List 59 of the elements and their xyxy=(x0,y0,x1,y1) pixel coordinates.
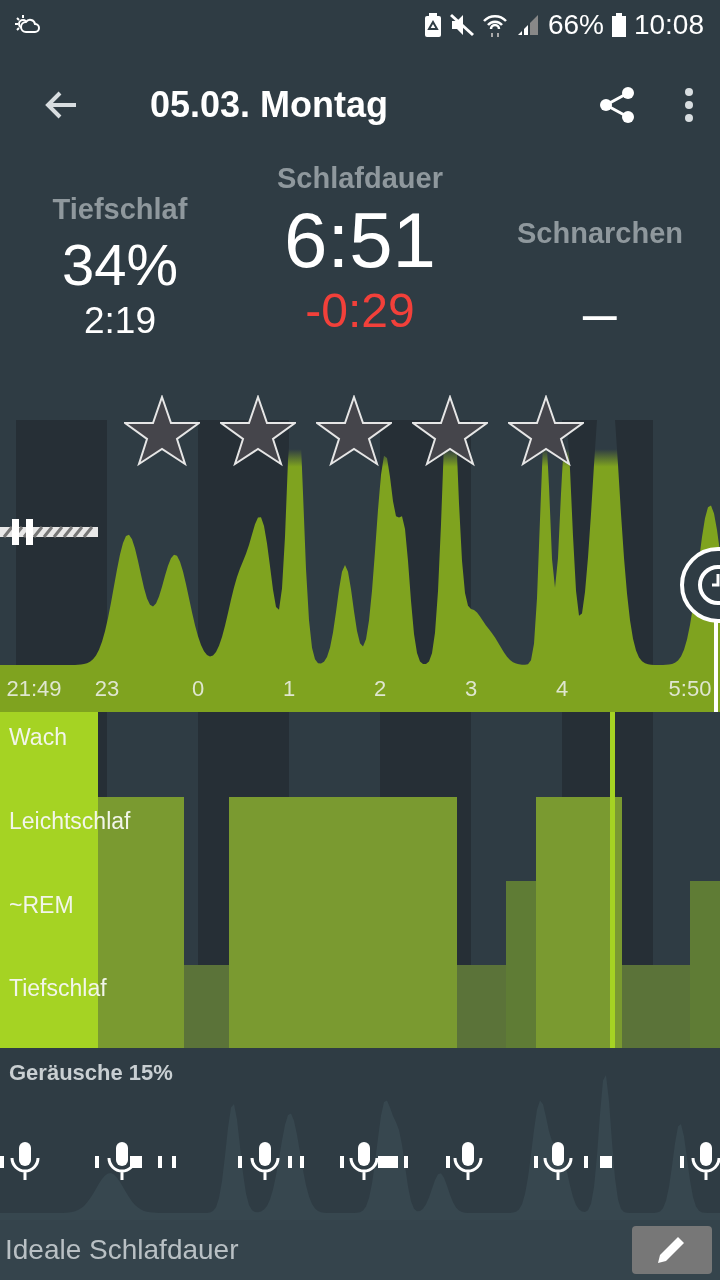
sleep-phase-label: Wach xyxy=(9,724,67,751)
stat-label: Schlafdauer xyxy=(277,162,443,195)
duration-difference: -0:29 xyxy=(305,283,415,338)
microphone-icon[interactable] xyxy=(691,1142,720,1182)
microphone-icon[interactable] xyxy=(349,1142,379,1182)
noise-event-mark xyxy=(130,1156,142,1168)
time-axis-label: 0 xyxy=(191,676,205,702)
time-axis-label: 3 xyxy=(464,676,478,702)
battery-icon xyxy=(423,13,442,37)
share-icon xyxy=(598,85,636,125)
noise-event-mark xyxy=(300,1156,304,1168)
sleep-phase-label: Tiefschlaf xyxy=(9,975,107,1002)
rating-star[interactable] xyxy=(124,395,200,467)
stat-value: _ xyxy=(583,260,617,318)
microphone-icon[interactable] xyxy=(10,1142,40,1182)
noise-event-mark xyxy=(238,1156,242,1168)
stat-label: Tiefschlaf xyxy=(52,193,188,226)
rating-star[interactable] xyxy=(412,395,488,467)
rating-star[interactable] xyxy=(508,395,584,467)
time-axis-label: 1 xyxy=(282,676,296,702)
battery-level: 66% xyxy=(547,9,604,41)
noise-event-mark xyxy=(600,1156,612,1168)
microphone-icon[interactable] xyxy=(543,1142,573,1182)
noise-event-mark xyxy=(378,1156,398,1168)
noise-event-mark xyxy=(446,1156,450,1168)
noise-event-mark xyxy=(534,1156,538,1168)
rating-star[interactable] xyxy=(220,395,296,467)
microphone-icon[interactable] xyxy=(453,1142,483,1182)
noise-event-mark xyxy=(340,1156,344,1168)
stat-detail: 2:19 xyxy=(84,300,156,342)
more-icon xyxy=(684,87,694,123)
noise-event-mark xyxy=(404,1156,408,1168)
mute-icon xyxy=(449,13,474,37)
rating-star[interactable] xyxy=(316,395,392,467)
wifi-icon xyxy=(481,13,508,37)
clock-time: 10:08 xyxy=(633,9,704,41)
battery-icon xyxy=(611,13,626,37)
noise-event-mark xyxy=(288,1156,292,1168)
time-axis-label: 2 xyxy=(373,676,387,702)
noise-event-mark xyxy=(172,1156,176,1168)
noise-event-mark xyxy=(158,1156,162,1168)
noise-event-mark xyxy=(0,1156,4,1168)
time-axis-label: 21:49 xyxy=(6,676,62,702)
sleep-phase-label: ~REM xyxy=(9,892,74,919)
stat-value: 6:51 xyxy=(284,201,436,279)
sleep-phase-label: Leichtschlaf xyxy=(9,808,131,835)
microphone-icon[interactable] xyxy=(250,1142,280,1182)
stat-value: 34% xyxy=(61,236,179,294)
noise-label: Geräusche 15% xyxy=(9,1060,173,1086)
ideal-duration-label: Ideale Schlafdauer xyxy=(5,1234,239,1266)
time-axis-label: 4 xyxy=(555,676,569,702)
date-title: 05.03. Montag xyxy=(150,84,390,126)
edit-button[interactable] xyxy=(632,1226,712,1274)
noise-event-mark xyxy=(680,1156,684,1168)
time-axis-label: 23 xyxy=(94,676,120,702)
noise-event-mark xyxy=(95,1156,99,1168)
noise-event-mark xyxy=(584,1156,588,1168)
stat-label: Schnarchen xyxy=(517,217,683,250)
time-axis-label: 5:50 xyxy=(668,676,712,702)
